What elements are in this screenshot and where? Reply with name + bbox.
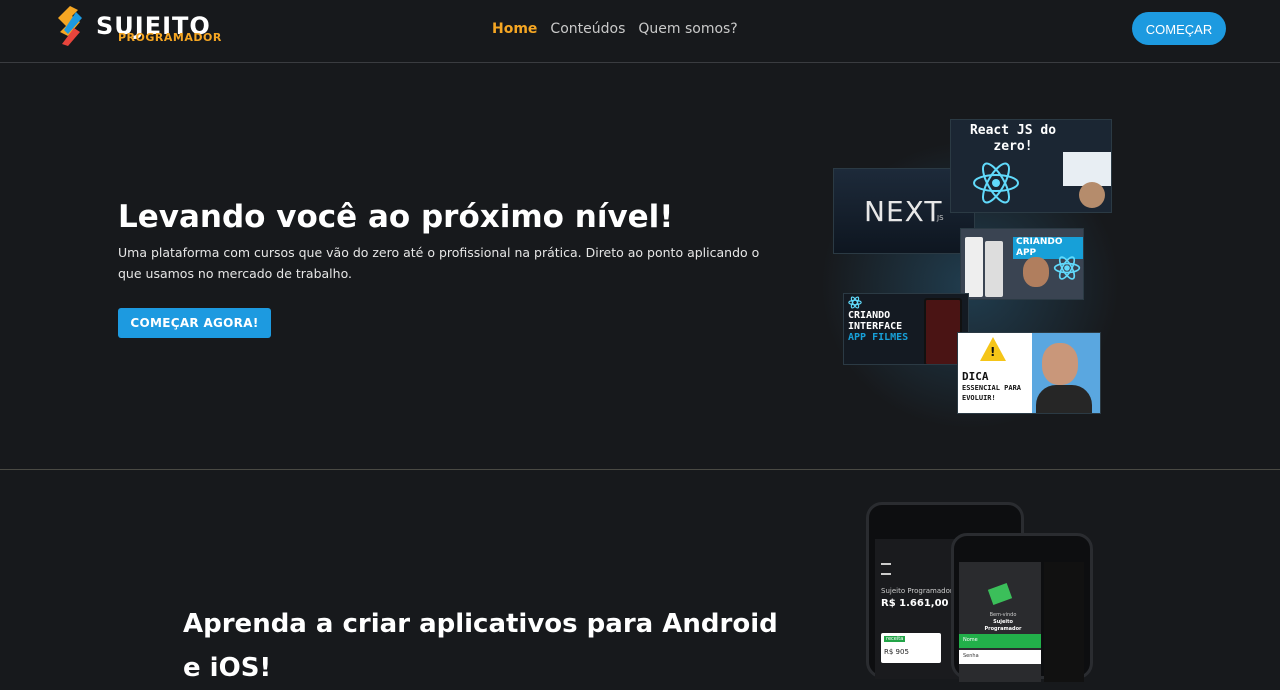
- dica-heading: DICA: [962, 370, 989, 383]
- course-thumb-react[interactable]: React JS do zero!: [950, 119, 1112, 213]
- phone-b-welcome-text: Bem-vindo: [989, 612, 1017, 618]
- phone-b-welcome: Bem-vindo Sujeito Programador: [978, 612, 1028, 633]
- phone-a-tag: receita: [884, 636, 906, 642]
- start-button[interactable]: COMEÇAR: [1132, 12, 1226, 45]
- dica-avatar: [1042, 343, 1078, 385]
- phone-a-card: receita R$ 905: [881, 633, 941, 663]
- nav-home[interactable]: Home: [492, 19, 537, 39]
- react-logo-icon: [1053, 256, 1081, 280]
- phone-b-field-name-label: Nome: [963, 637, 978, 643]
- react-screen: [1063, 152, 1111, 186]
- logo-mark-icon: [58, 6, 82, 46]
- menu-icon: [881, 563, 891, 575]
- course-thumb-dica[interactable]: ! DICA ESSENCIAL PARA EVOLUIR!: [957, 332, 1101, 414]
- main-nav: Home Conteúdos Quem somos?: [492, 19, 738, 39]
- phone-b-brand: Sujeito Programador: [984, 619, 1022, 632]
- react-title: React JS do zero!: [969, 123, 1057, 154]
- section-divider: [0, 469, 1280, 470]
- course-thumb-app[interactable]: CRIANDO APP: [960, 228, 1084, 300]
- react-avatar: [1079, 182, 1105, 208]
- react-logo-icon: [848, 296, 862, 309]
- next-sub: JS: [937, 214, 944, 222]
- react-logo-icon: [973, 162, 1019, 204]
- hero-title: Levando você ao próximo nível!: [118, 199, 674, 235]
- start-now-button[interactable]: COMEÇAR AGORA!: [118, 308, 271, 338]
- films-line2: APP FILMES: [848, 332, 909, 343]
- app-phone-2: [985, 241, 1003, 297]
- phone-a-balance: R$ 1.661,00: [881, 598, 949, 609]
- course-thumb-films[interactable]: CRIANDO INTERFACE APP FILMES: [843, 293, 969, 365]
- hero-description: Uma plataforma com cursos que vão do zer…: [118, 245, 760, 281]
- warning-mark: !: [990, 345, 996, 359]
- next-title: NEXT: [864, 195, 943, 228]
- films-line1: CRIANDO INTERFACE: [848, 310, 903, 332]
- app-phone-1: [965, 237, 983, 297]
- phone-b-side: [1044, 562, 1084, 682]
- phone-b-field-password: Senha: [959, 650, 1041, 664]
- films-title: CRIANDO INTERFACE APP FILMES: [848, 310, 916, 343]
- nav-quem-somos[interactable]: Quem somos?: [638, 19, 737, 39]
- phone-b-field-name: Nome: [959, 634, 1041, 648]
- dica-person-body: [1036, 385, 1092, 413]
- phone-b-field-password-label: Senha: [963, 653, 979, 659]
- apps-section-title: Aprenda a criar aplicativos para Android…: [183, 609, 778, 683]
- phone-a-label: Sujeito Programador: [881, 587, 953, 595]
- logo[interactable]: SUJEITO PROGRAMADOR: [52, 4, 232, 48]
- dica-title: DICA ESSENCIAL PARA EVOLUIR!: [962, 371, 1022, 403]
- nav-conteudos[interactable]: Conteúdos: [550, 19, 625, 39]
- app-avatar: [1023, 257, 1049, 287]
- phone-mockup-login: Bem-vindo Sujeito Programador Nome Senha: [951, 533, 1093, 682]
- site-header: SUJEITO PROGRAMADOR Home Conteúdos Quem …: [0, 0, 1280, 63]
- logo-subtitle: PROGRAMADOR: [118, 31, 222, 44]
- phone-a-card-value: R$ 905: [884, 648, 909, 656]
- dica-subtitle: ESSENCIAL PARA EVOLUIR!: [962, 384, 1022, 402]
